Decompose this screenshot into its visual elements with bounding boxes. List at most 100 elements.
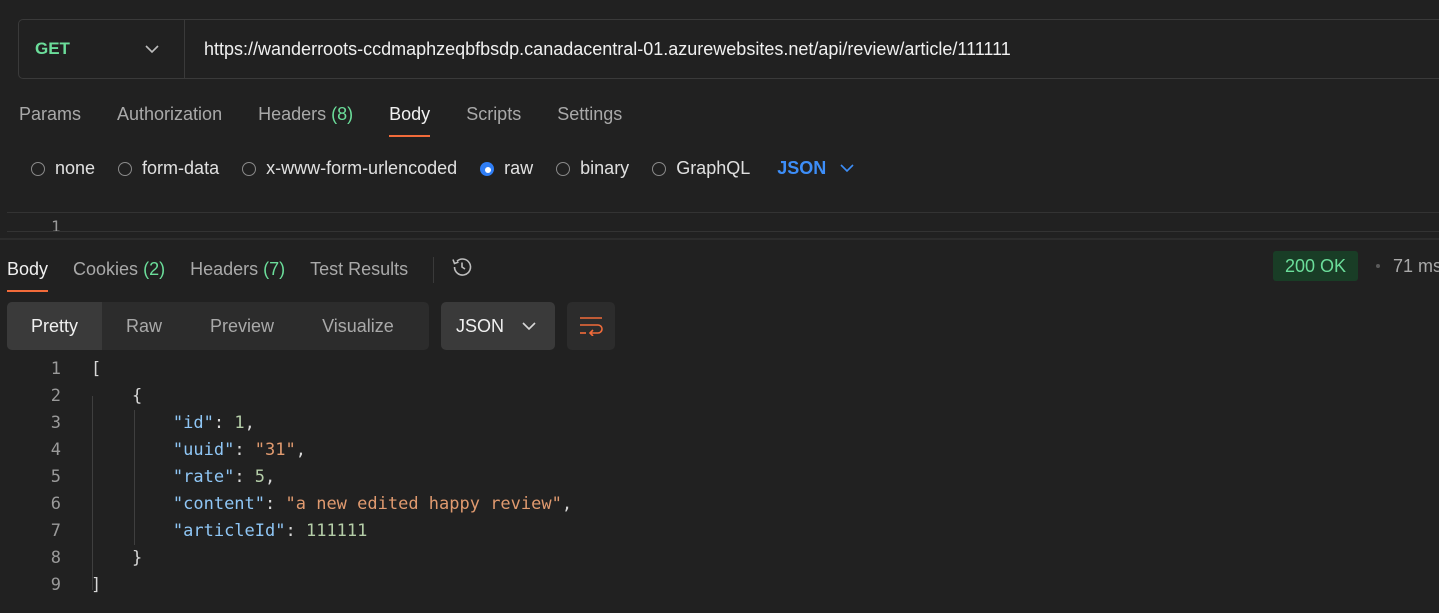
json-key: "rate" — [172, 467, 235, 487]
tab-count: (7) — [263, 259, 286, 279]
tab-authorization[interactable]: Authorization — [117, 104, 222, 137]
tab-label: Body — [389, 104, 431, 124]
body-language-label: JSON — [777, 158, 827, 178]
chevron-down-icon — [145, 44, 159, 53]
line-number: 4 — [50, 440, 61, 460]
tab-body[interactable]: Body — [389, 104, 431, 137]
wrap-lines-button[interactable] — [567, 302, 615, 350]
response-format-select[interactable]: JSON — [441, 302, 555, 350]
chevron-down-icon — [522, 321, 536, 330]
tab-label: Authorization — [117, 104, 223, 124]
json-value: 111111 — [305, 521, 368, 541]
line-content: "uuid": "31", — [91, 437, 306, 464]
tab-scripts[interactable]: Scripts — [466, 104, 521, 137]
radio-button[interactable] — [480, 161, 495, 176]
response-tab-test-results[interactable]: Test Results — [310, 259, 408, 292]
json-key: "id" — [172, 413, 214, 433]
wrap-lines-icon — [580, 317, 603, 336]
view-mode-visualize[interactable]: Visualize — [298, 302, 418, 350]
line-content: } — [91, 545, 142, 572]
json-colon: : — [285, 521, 306, 541]
body-type-label: none — [55, 158, 96, 178]
body-language-select[interactable]: JSON — [777, 158, 854, 179]
tab-divider — [433, 256, 435, 283]
request-tabs: Params Authorization Headers (8) Body Script… — [19, 104, 658, 137]
json-key: "articleId" — [172, 521, 286, 541]
line-content: "content": "a new edited happy review", — [91, 491, 572, 518]
tab-headers[interactable]: Headers (8) — [258, 104, 353, 137]
body-type-label: raw — [504, 158, 534, 178]
view-mode-preview[interactable]: Preview — [186, 302, 298, 350]
body-type-raw[interactable]: raw — [480, 158, 533, 179]
radio-button[interactable] — [31, 161, 45, 176]
body-type-none[interactable]: none — [31, 158, 95, 179]
json-value: "a new edited happy review" — [285, 494, 562, 514]
json-comma: , — [244, 413, 255, 433]
body-type-x-www-form-urlencoded[interactable]: x-www-form-urlencoded — [242, 158, 457, 179]
body-type-selector: none form-data x-www-form-urlencoded raw bin… — [31, 158, 854, 179]
tab-params[interactable]: Params — [19, 104, 81, 137]
line-content: "articleId": 111111 — [91, 518, 368, 545]
indent-guide — [134, 410, 135, 545]
radio-button[interactable] — [652, 161, 667, 176]
tab-label: Test Results — [310, 259, 409, 279]
method-select[interactable]: GET — [19, 20, 185, 78]
indent-guide — [92, 396, 93, 590]
body-type-graphql[interactable]: GraphQL — [652, 158, 750, 179]
json-colon: : — [234, 467, 255, 487]
chevron-down-icon — [840, 164, 854, 173]
view-mode-group: Pretty Raw Preview Visualize — [7, 302, 429, 350]
json-colon: : — [234, 440, 255, 460]
tab-label: Params — [19, 104, 82, 124]
line-content: [ — [91, 356, 101, 383]
json-value: 1 — [234, 413, 245, 433]
json-bracket: { — [131, 386, 143, 406]
response-tab-body[interactable]: Body — [7, 259, 49, 292]
body-type-form-data[interactable]: form-data — [118, 158, 219, 179]
line-content: "rate": 5, — [91, 464, 275, 491]
method-label: GET — [35, 39, 70, 58]
body-type-binary[interactable]: binary — [556, 158, 629, 179]
response-format-label: JSON — [456, 315, 505, 336]
tab-label: Settings — [557, 104, 623, 124]
request-body-editor[interactable]: 1 — [7, 212, 1439, 232]
line-number: 8 — [50, 548, 61, 568]
radio-button[interactable] — [556, 161, 571, 176]
json-colon: : — [265, 494, 286, 514]
status-badge: 200 OK — [1273, 251, 1359, 281]
json-bracket: } — [131, 548, 143, 568]
tab-label: Scripts — [466, 104, 522, 124]
line-number: 6 — [50, 494, 61, 514]
json-comma: , — [295, 440, 306, 460]
json-value: 5 — [254, 467, 266, 487]
response-tab-cookies[interactable]: Cookies (2) — [73, 259, 165, 292]
json-key: "content" — [172, 494, 266, 514]
pane-splitter[interactable] — [0, 238, 1439, 240]
radio-button[interactable] — [242, 161, 257, 176]
response-tab-headers[interactable]: Headers (7) — [190, 259, 285, 292]
json-bracket: [ — [91, 359, 102, 379]
json-value: "31" — [254, 440, 296, 460]
json-key: "uuid" — [172, 440, 235, 460]
body-type-label: binary — [580, 158, 630, 178]
line-number: 5 — [50, 467, 61, 487]
history-icon[interactable] — [450, 255, 474, 284]
tab-settings[interactable]: Settings — [557, 104, 622, 137]
response-time: 71 ms — [1393, 256, 1439, 276]
url-input[interactable]: https://wanderroots-ccdmaphzeqbfbsdp.can… — [185, 39, 1011, 60]
tab-label: Headers — [258, 104, 327, 124]
tab-count: (8) — [331, 104, 354, 124]
json-comma: , — [561, 494, 573, 514]
editor-line-number: 1 — [51, 217, 61, 232]
body-type-label: GraphQL — [676, 158, 751, 178]
tab-label: Headers — [190, 259, 259, 279]
line-content: { — [91, 383, 142, 410]
radio-button[interactable] — [118, 161, 133, 176]
line-number: 3 — [50, 413, 61, 433]
line-number: 7 — [50, 521, 61, 541]
tab-label: Cookies — [73, 259, 139, 279]
view-mode-pretty[interactable]: Pretty — [7, 302, 103, 350]
separator-dot — [1376, 264, 1380, 268]
view-mode-raw[interactable]: Raw — [102, 302, 186, 350]
line-number: 1 — [50, 359, 61, 379]
